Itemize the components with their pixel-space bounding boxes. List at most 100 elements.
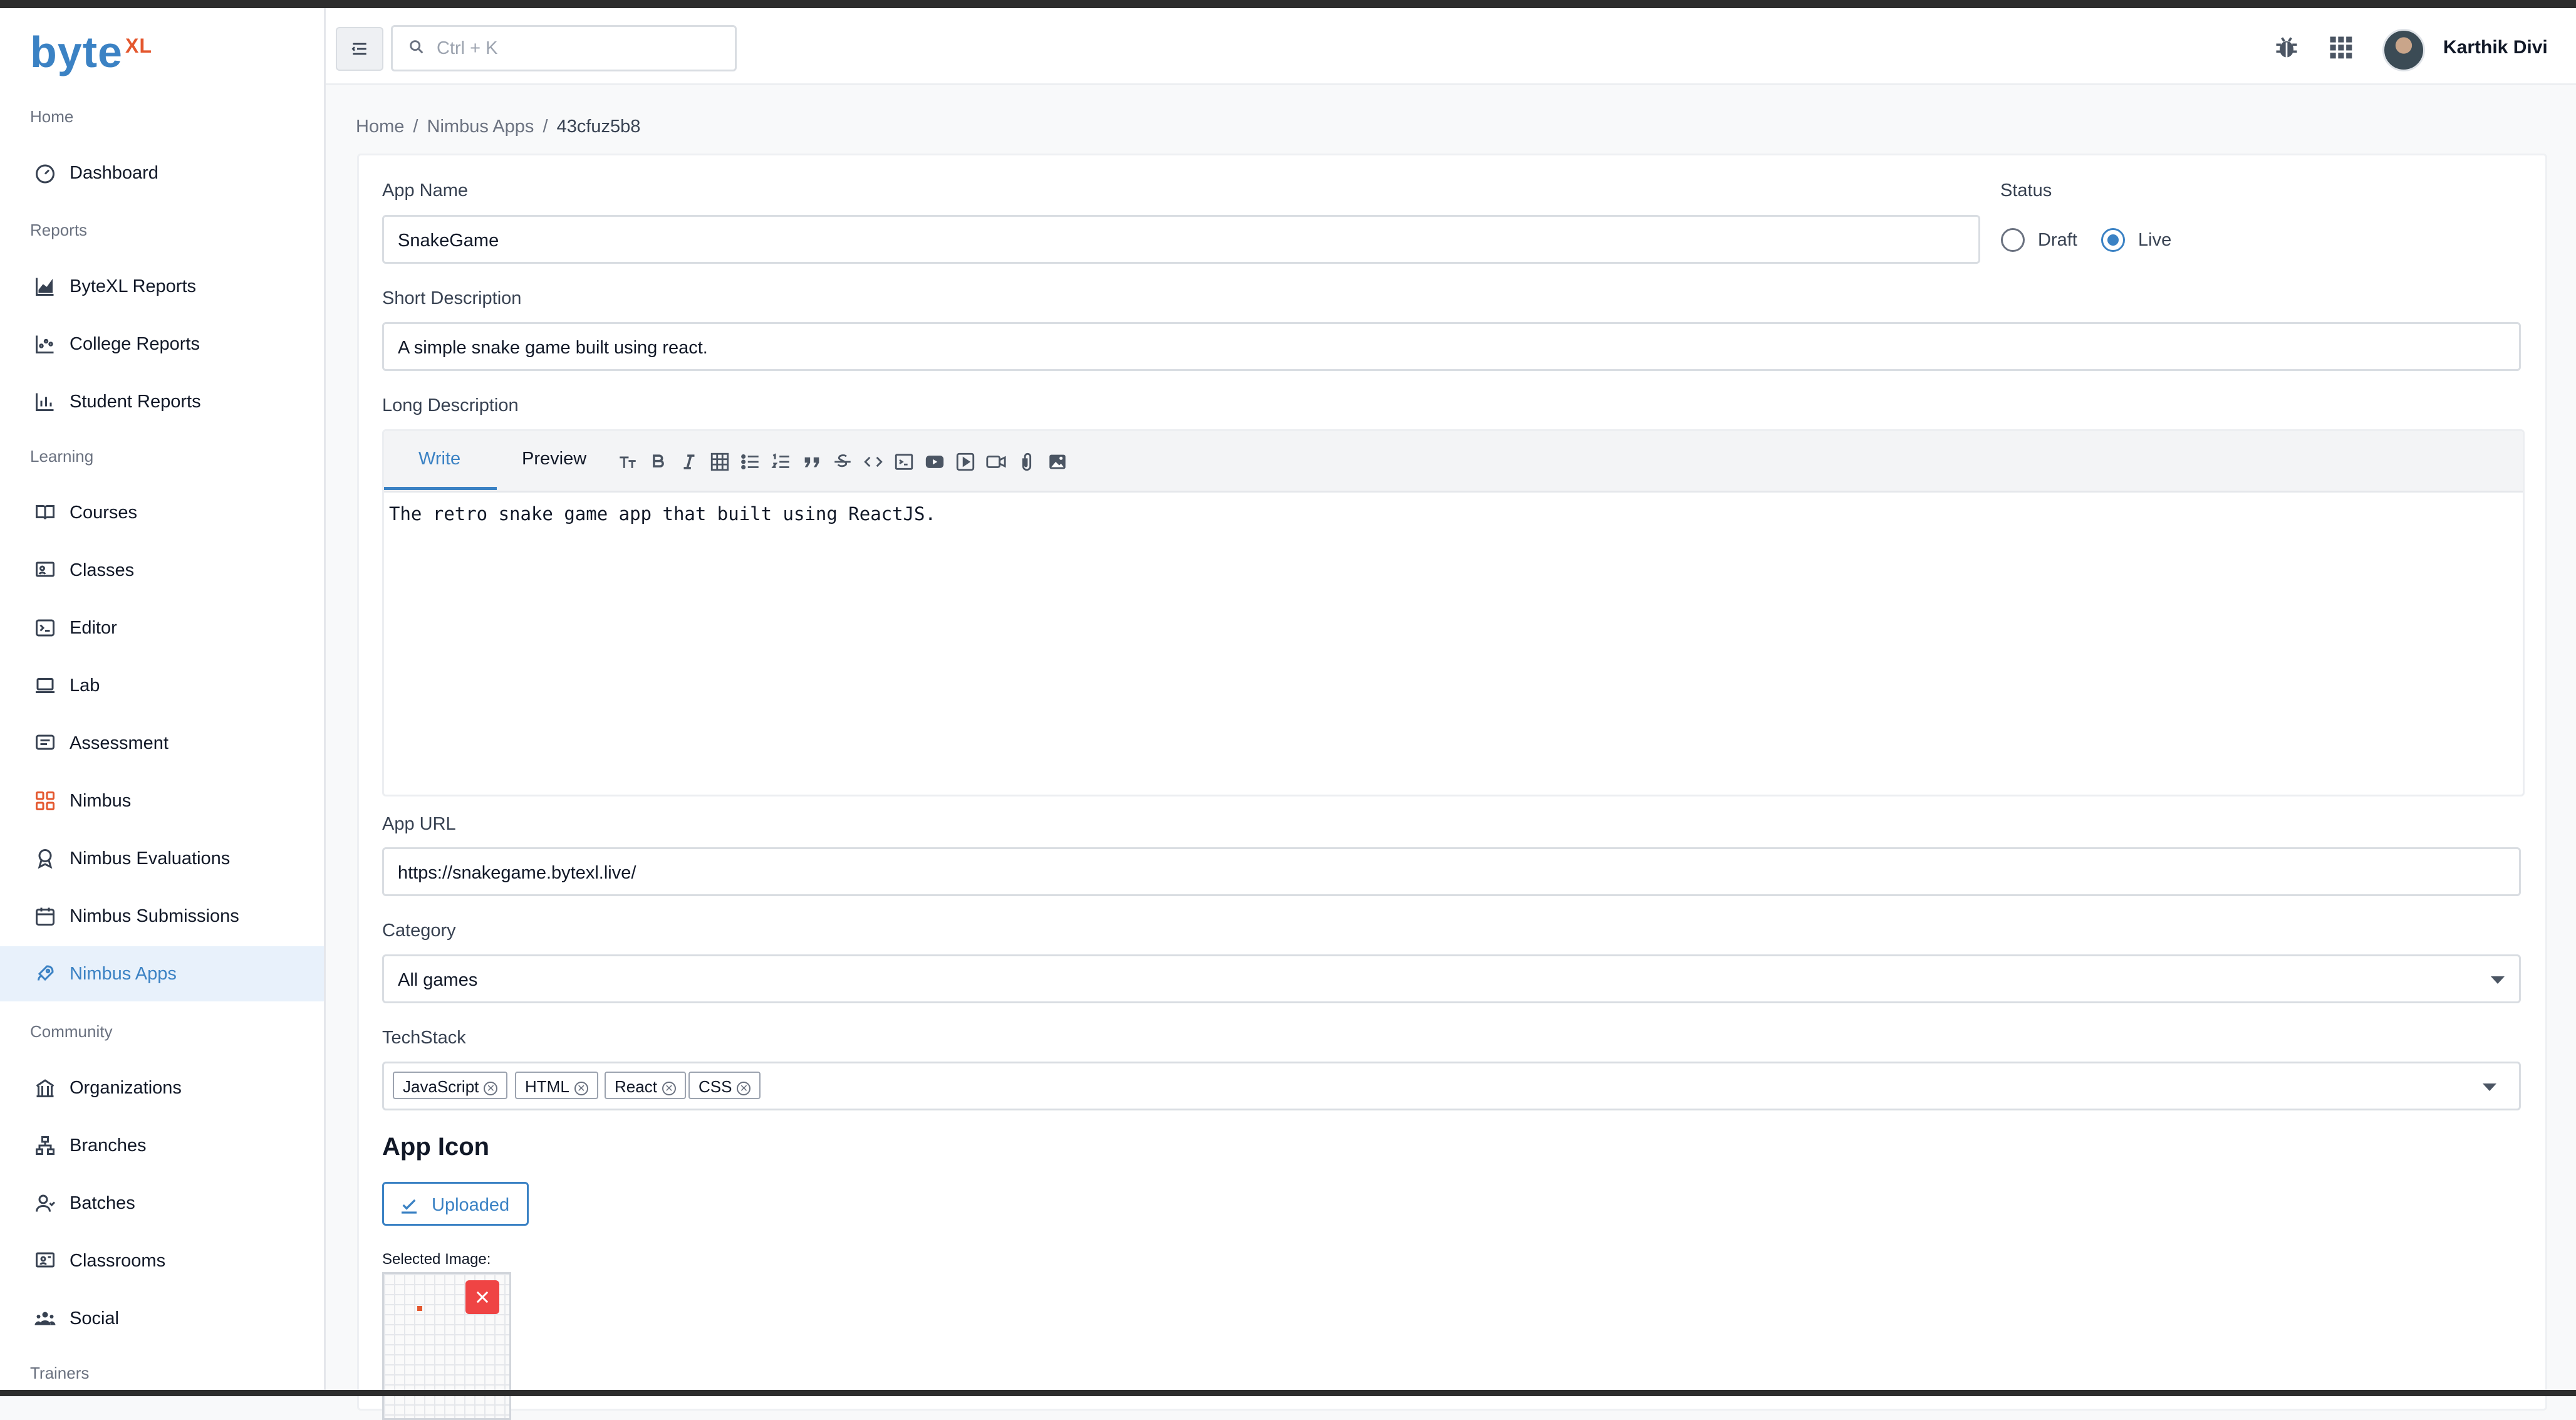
long-description-label: Long Description [382, 395, 519, 415]
selected-image-preview [382, 1272, 511, 1420]
book-icon [36, 505, 55, 519]
sidebar-section-reports: Reports [30, 221, 88, 239]
category-label: Category [382, 921, 456, 941]
tab-write[interactable]: Write [418, 449, 460, 469]
sidebar-item-courses[interactable]: Courses [0, 485, 324, 540]
strikethrough-icon[interactable] [832, 451, 853, 472]
apps-grid-icon[interactable] [2327, 33, 2354, 61]
sidebar-item-batches[interactable]: Batches [0, 1176, 324, 1231]
sidebar-item-classrooms[interactable]: Classrooms [0, 1233, 324, 1288]
breadcrumb-home[interactable]: Home [356, 117, 404, 137]
techstack-chip-javascript[interactable]: JavaScript ✕ [393, 1072, 508, 1099]
quote-icon[interactable] [801, 451, 823, 472]
sidebar-toggle-button[interactable] [336, 27, 383, 71]
sidebar-item-assessment[interactable]: Assessment [0, 716, 324, 771]
scatter-chart-icon [36, 335, 54, 353]
sidebar-section-trainers: Trainers [30, 1364, 90, 1382]
breadcrumb-nimbus-apps[interactable]: Nimbus Apps [427, 117, 534, 137]
avatar[interactable] [2382, 29, 2425, 71]
sidebar-item-bytexl-reports[interactable]: ByteXL Reports [0, 259, 324, 314]
status-draft-radio[interactable] [2001, 228, 2025, 252]
chip-label: HTML [525, 1077, 569, 1096]
sidebar-item-nimbus-evaluations[interactable]: Nimbus Evaluations [0, 831, 324, 886]
status-label: Status [2000, 180, 2052, 201]
techstack-chip-html[interactable]: HTML ✕ [515, 1072, 598, 1099]
app-url-field[interactable]: https://snakegame.bytexl.live/ [382, 847, 2521, 896]
image-icon[interactable] [1047, 451, 1068, 472]
sidebar-item-nimbus[interactable]: Nimbus [0, 773, 324, 828]
sidebar-item-label: Classrooms [70, 1250, 166, 1271]
numbered-list-icon[interactable] [771, 451, 792, 472]
bytexl-logo[interactable]: byte XL [30, 27, 152, 77]
status-draft-label[interactable]: Draft [2038, 230, 2077, 251]
sidebar-item-lab[interactable]: Lab [0, 658, 324, 713]
text-size-icon[interactable] [617, 451, 638, 472]
breadcrumb-separator: / [543, 117, 548, 137]
sidebar-item-editor[interactable]: Editor [0, 600, 324, 655]
sidebar-item-nimbus-apps[interactable]: Nimbus Apps [0, 946, 324, 1001]
video-play-icon[interactable] [955, 451, 976, 472]
sidebar-item-label: Social [70, 1308, 119, 1329]
bug-icon[interactable] [2273, 33, 2300, 61]
attachment-icon[interactable] [1016, 451, 1037, 472]
calendar-icon [36, 907, 55, 926]
sidebar-item-label: Nimbus Submissions [70, 906, 239, 926]
upload-icon-button[interactable]: Uploaded [382, 1182, 529, 1226]
search-input[interactable]: Ctrl + K [391, 25, 737, 71]
app-name-field[interactable]: SnakeGame [382, 215, 1980, 264]
award-icon [38, 849, 53, 869]
remove-chip-icon[interactable]: ✕ [737, 1082, 751, 1095]
presentation-icon [36, 561, 55, 577]
youtube-icon[interactable] [924, 451, 945, 472]
status-live-label[interactable]: Live [2138, 230, 2171, 251]
sidebar-item-branches[interactable]: Branches [0, 1118, 324, 1173]
nimbus-icon [36, 791, 55, 810]
breadcrumb-current: 43cfuz5b8 [556, 117, 641, 137]
remove-chip-icon[interactable]: ✕ [574, 1082, 588, 1095]
app-url-label: App URL [382, 814, 456, 834]
sidebar-item-label: Student Reports [70, 391, 201, 412]
bullet-list-icon[interactable] [740, 451, 761, 472]
italic-icon[interactable] [678, 451, 700, 472]
sidebar-item-college-reports[interactable]: College Reports [0, 316, 324, 372]
bold-icon[interactable] [648, 451, 669, 472]
status-live-radio[interactable] [2101, 228, 2125, 252]
code-block-icon[interactable] [893, 451, 915, 472]
techstack-chip-css[interactable]: CSS ✕ [688, 1072, 761, 1099]
window-top-bar [0, 0, 2576, 8]
sidebar-item-nimbus-submissions[interactable]: Nimbus Submissions [0, 889, 324, 944]
long-description-textarea[interactable]: The retro snake game app that built usin… [389, 503, 936, 525]
sidebar-item-organizations[interactable]: Organizations [0, 1060, 324, 1115]
sidebar-item-label: Batches [70, 1193, 135, 1213]
search-icon [410, 40, 423, 54]
user-name[interactable]: Karthik Divi [2443, 37, 2548, 58]
sidebar-item-student-reports[interactable]: Student Reports [0, 374, 324, 429]
techstack-label: TechStack [382, 1028, 466, 1048]
sidebar-item-classes[interactable]: Classes [0, 543, 324, 598]
sidebar-item-label: Editor [70, 617, 117, 638]
short-description-field[interactable]: A simple snake game built using react. [382, 322, 2521, 371]
remove-image-button[interactable] [465, 1280, 499, 1314]
laptop-icon [36, 678, 55, 693]
techstack-chip-react[interactable]: React ✕ [605, 1072, 686, 1099]
video-camera-icon[interactable] [985, 451, 1007, 472]
sidebar-item-dashboard[interactable]: Dashboard [0, 145, 324, 201]
remove-chip-icon[interactable]: ✕ [484, 1082, 498, 1095]
sidebar-item-social[interactable]: Social [0, 1291, 324, 1346]
hierarchy-icon [36, 1136, 55, 1155]
sidebar-item-label: Lab [70, 675, 100, 696]
sidebar-item-label: Nimbus Apps [70, 963, 177, 984]
chip-label: React [615, 1077, 657, 1096]
tab-write-indicator [384, 487, 497, 490]
table-icon[interactable] [709, 451, 730, 472]
code-icon[interactable] [863, 451, 884, 472]
top-header: Ctrl + K Karthik Divi [326, 8, 2576, 85]
sidebar-section-home: Home [30, 107, 74, 126]
tab-preview[interactable]: Preview [522, 449, 586, 469]
category-value: All games [398, 970, 478, 990]
app-url-value: https://snakegame.bytexl.live/ [398, 863, 636, 883]
category-select[interactable]: All games [382, 954, 2521, 1003]
users-icon [36, 1194, 56, 1212]
remove-chip-icon[interactable]: ✕ [662, 1082, 676, 1095]
classroom-icon [36, 1252, 55, 1268]
